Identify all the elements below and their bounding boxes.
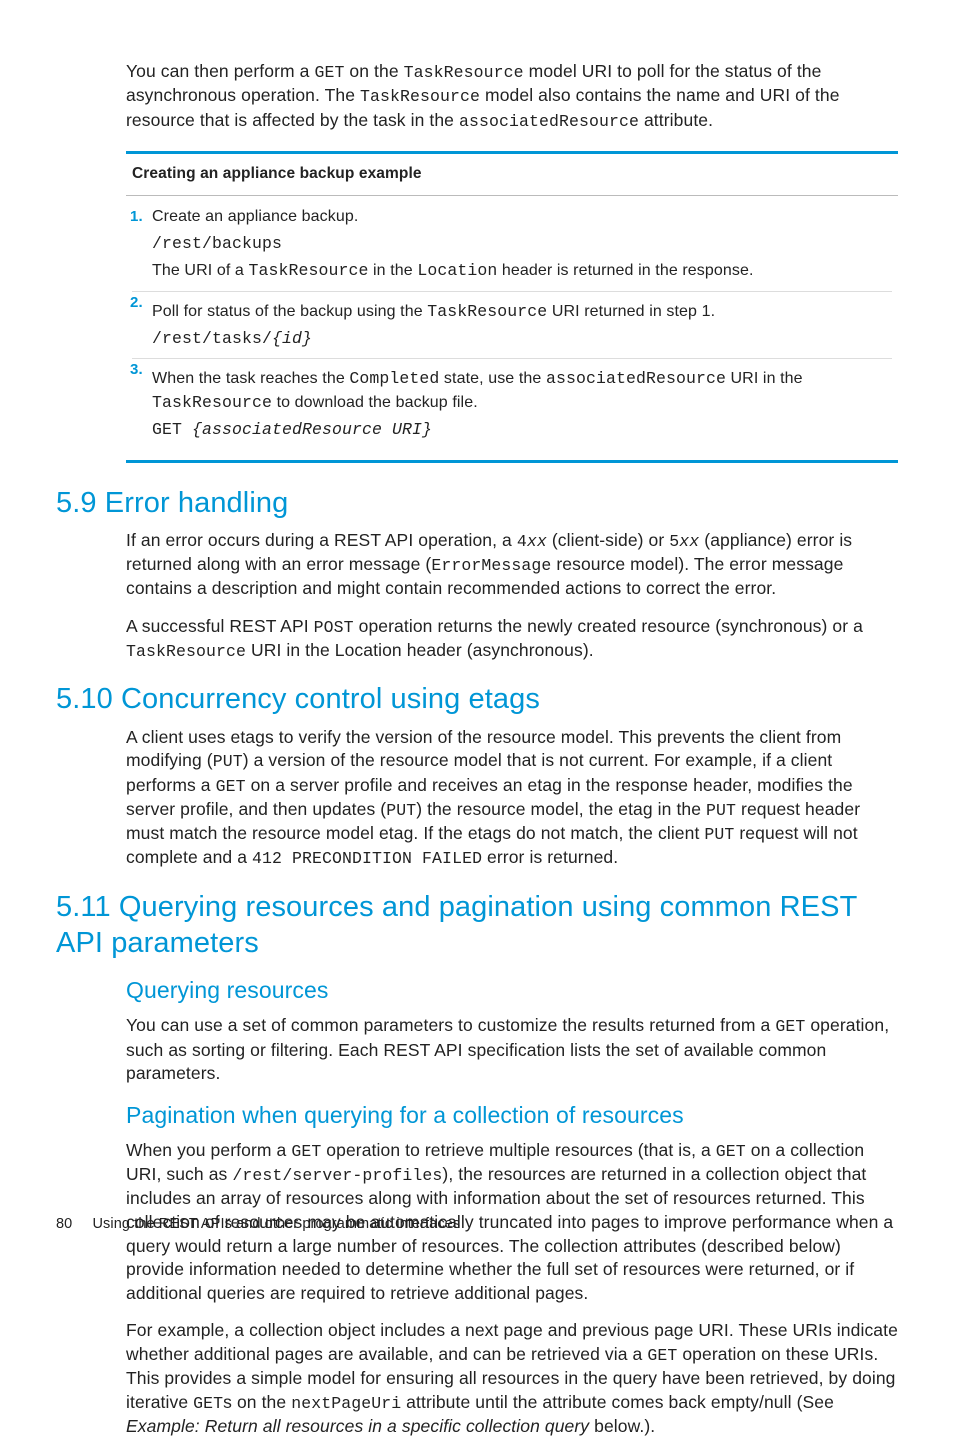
section-5-9-body: If an error occurs during a REST API ope… xyxy=(126,529,898,664)
step-2: Poll for status of the backup using the … xyxy=(132,291,892,351)
text: If an error occurs during a REST API ope… xyxy=(126,529,898,601)
code-get: GET xyxy=(314,63,344,82)
text: For example, a collection object include… xyxy=(126,1319,898,1438)
heading-5-10: 5.10 Concurrency control using etags xyxy=(56,681,898,717)
text: The URI of a TaskResource in the Locatio… xyxy=(152,259,892,282)
step-1: Create an appliance backup. /rest/backup… xyxy=(132,206,892,283)
example-box: Creating an appliance backup example Cre… xyxy=(126,151,898,463)
code-associatedresource: associatedResource xyxy=(459,112,639,131)
page-number: 80 xyxy=(56,1216,72,1232)
subheading-querying: Querying resources xyxy=(126,975,898,1006)
heading-5-11: 5.11 Querying resources and pagination u… xyxy=(56,889,898,962)
querying-body: You can use a set of common parameters t… xyxy=(126,1014,898,1086)
intro-paragraph: You can then perform a GET on the TaskRe… xyxy=(126,60,898,133)
code-block: /rest/tasks/{id} xyxy=(152,327,892,350)
example-title: Creating an appliance backup example xyxy=(126,154,898,196)
code-taskresource: TaskResource xyxy=(404,63,524,82)
section-5-10-body: A client uses etags to verify the versio… xyxy=(126,726,898,871)
code-taskresource: TaskResource xyxy=(360,87,480,106)
heading-5-9: 5.9 Error handling xyxy=(56,485,898,521)
text: A client uses etags to verify the versio… xyxy=(126,726,898,871)
text: You can use a set of common parameters t… xyxy=(126,1014,898,1086)
subheading-pagination: Pagination when querying for a collectio… xyxy=(126,1100,898,1131)
text: A successful REST API POST operation ret… xyxy=(126,615,898,664)
page-footer: 80 Using the REST APIs and other program… xyxy=(56,1215,460,1235)
pagination-body: When you perform a GET operation to retr… xyxy=(126,1139,898,1439)
example-steps: Create an appliance backup. /rest/backup… xyxy=(126,196,898,460)
text: You can then perform a GET on the TaskRe… xyxy=(126,60,898,133)
footer-text: Using the REST APIs and other programmat… xyxy=(92,1216,460,1232)
code-block: /rest/backups xyxy=(152,232,892,255)
code-block: GET {associatedResource URI} xyxy=(152,418,892,441)
step-3: When the task reaches the Completed stat… xyxy=(132,358,892,441)
